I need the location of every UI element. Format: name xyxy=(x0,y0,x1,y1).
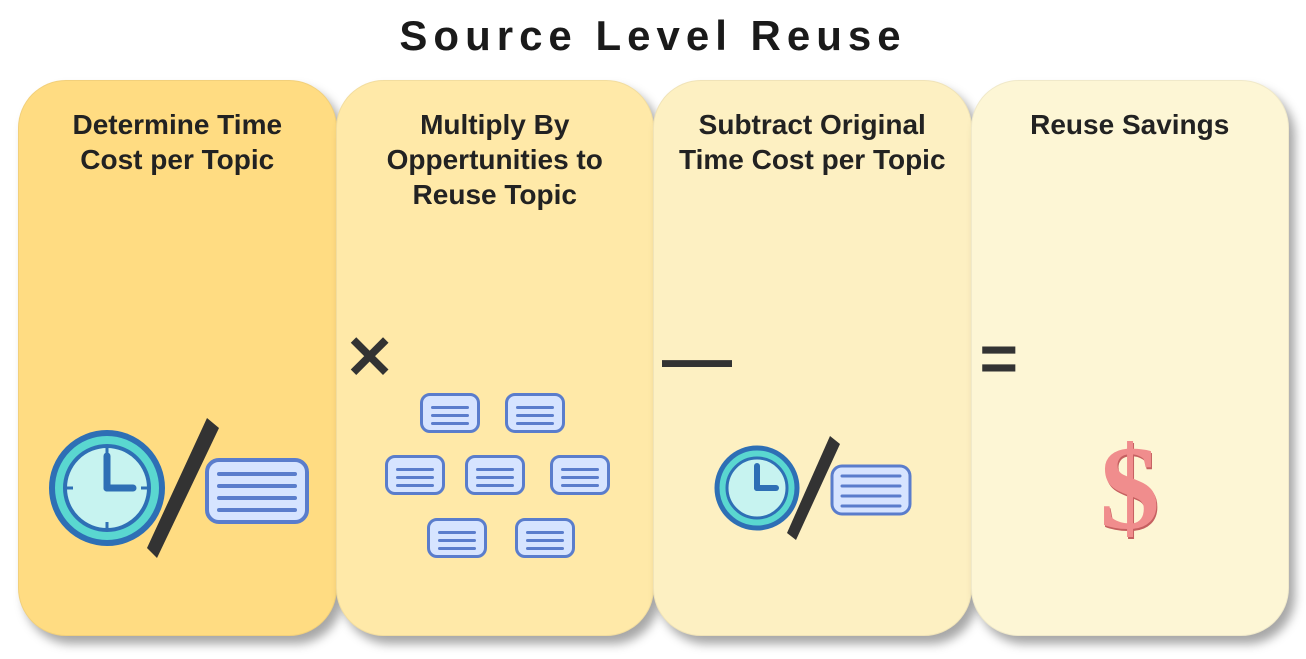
card-subtract-original: Subtract Original Time Cost per Topic — xyxy=(653,80,972,636)
diagram-stage: Source Level Reuse Determine Time Cost p… xyxy=(0,0,1306,659)
topic-chip-icon xyxy=(385,455,445,495)
clock-slash-topic-icon xyxy=(702,418,922,558)
card-reuse-savings: Reuse Savings = $ xyxy=(971,80,1290,636)
clock-slash-topic-icon xyxy=(37,398,317,578)
illustration-time-per-topic xyxy=(19,341,336,635)
illustration-many-topics xyxy=(337,341,654,635)
card-label: Multiply By Oppertunities to Reuse Topic xyxy=(357,107,634,212)
topic-chip-icon xyxy=(465,455,525,495)
topic-chip-icon xyxy=(515,518,575,558)
diagram-title: Source Level Reuse xyxy=(0,12,1306,60)
topic-chip-icon xyxy=(550,455,610,495)
card-label: Subtract Original Time Cost per Topic xyxy=(674,107,951,177)
card-label: Determine Time Cost per Topic xyxy=(39,107,316,177)
card-multiply-opportunities: Multiply By Oppertunities to Reuse Topic… xyxy=(336,80,655,636)
card-label: Reuse Savings xyxy=(992,107,1269,142)
card-row: Determine Time Cost per Topic xyxy=(18,80,1288,636)
topic-chip-icon xyxy=(420,393,480,433)
illustration-savings: $ xyxy=(972,341,1289,635)
topic-chip-icon xyxy=(505,393,565,433)
dollar-sign-icon: $ xyxy=(1100,419,1160,557)
card-determine-time-cost: Determine Time Cost per Topic xyxy=(18,80,337,636)
topic-chip-icon xyxy=(427,518,487,558)
topic-chips-cluster xyxy=(365,393,625,583)
illustration-time-per-topic-small xyxy=(654,341,971,635)
